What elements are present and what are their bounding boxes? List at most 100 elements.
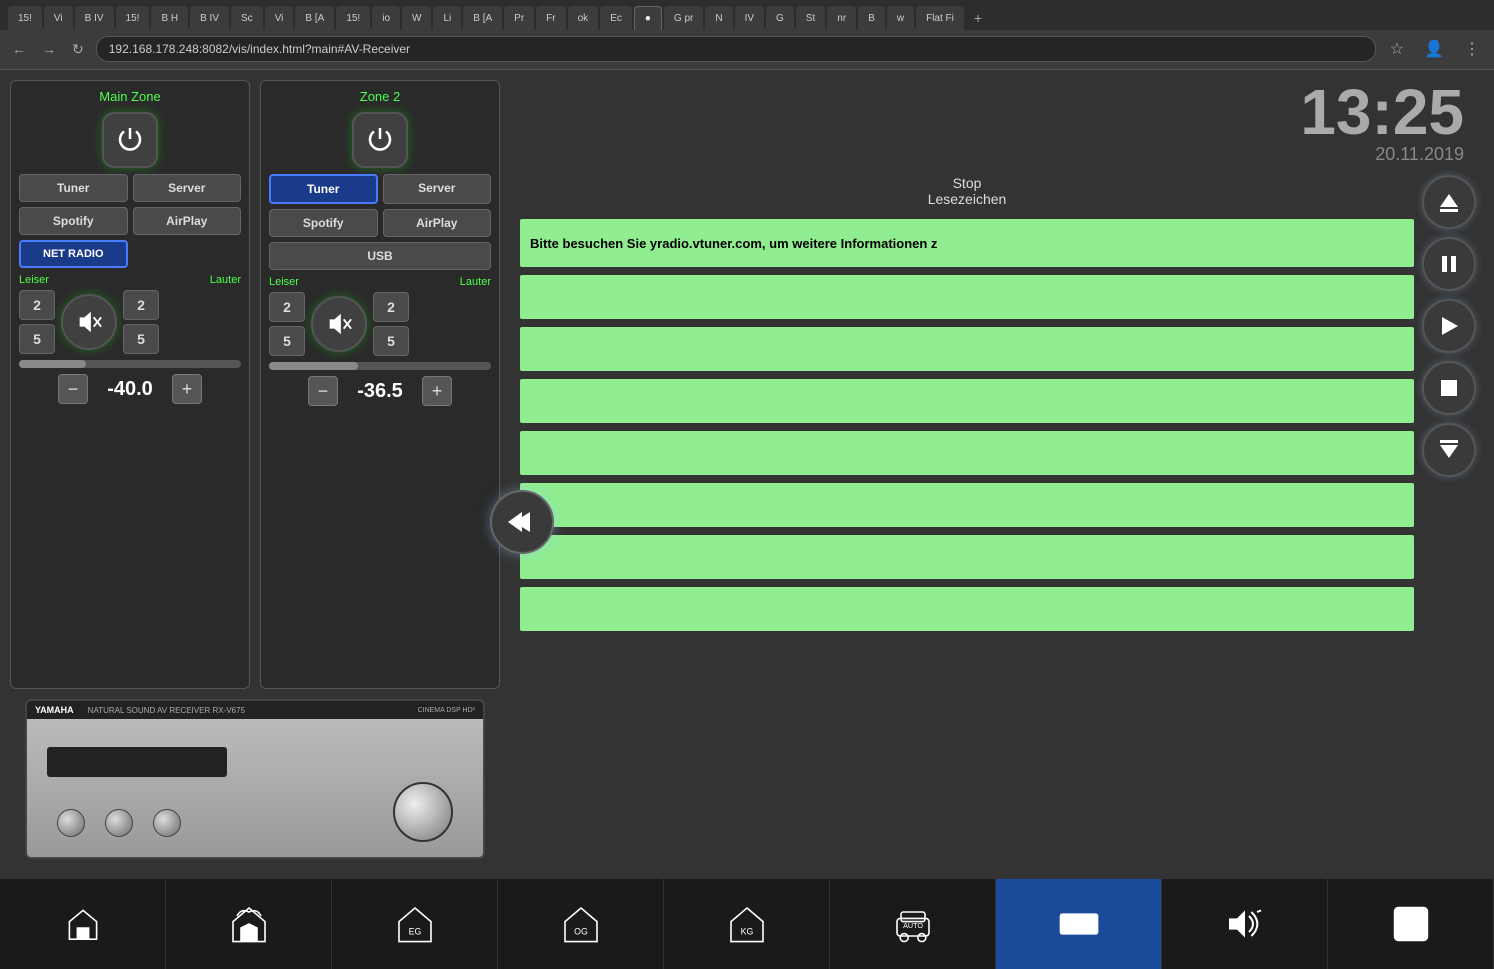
playlist-item-4[interactable]: [520, 431, 1414, 475]
zone2-lauter-label: Lauter: [460, 276, 491, 288]
playlist-item-3[interactable]: [520, 379, 1414, 423]
tab-4[interactable]: 15!: [116, 6, 150, 30]
tab-20[interactable]: N: [705, 6, 732, 30]
browser-chrome: 15! Vi B IV 15! B H B IV Sc Vi B [A 15! …: [0, 0, 1494, 70]
main-vol-slider[interactable]: [19, 360, 241, 368]
tab-18[interactable]: Ec: [600, 6, 632, 30]
tab-3[interactable]: B IV: [75, 6, 114, 30]
tab-19[interactable]: G pr: [664, 6, 703, 30]
zone2-spotify-button[interactable]: Spotify: [269, 209, 378, 237]
tab-12[interactable]: W: [402, 6, 431, 30]
receiver-model: NATURAL SOUND AV RECEIVER RX-V675: [88, 706, 245, 715]
nav-volume[interactable]: [1162, 879, 1328, 969]
nav-home-eg[interactable]: EG: [332, 879, 498, 969]
zone2-vol-value: -36.5: [350, 380, 410, 403]
playlist-item-7[interactable]: [520, 587, 1414, 631]
tab-13[interactable]: Li: [433, 6, 461, 30]
bookmark-star[interactable]: ☆: [1384, 35, 1410, 63]
playlist-item-2[interactable]: [520, 327, 1414, 371]
refresh-button[interactable]: ↻: [68, 37, 88, 62]
main-vol-plus-button[interactable]: +: [172, 374, 202, 404]
main-vol-minus-5[interactable]: 5: [19, 324, 55, 354]
player-info-bar: Bitte besuchen Sie yradio.vtuner.com, um…: [520, 219, 1414, 267]
playlist-item-5[interactable]: [520, 483, 1414, 527]
tab-9[interactable]: B [A: [295, 6, 334, 30]
main-zone-title: Main Zone: [99, 89, 160, 104]
tab-active[interactable]: ●: [634, 6, 662, 30]
zone2-usb-button[interactable]: USB: [269, 242, 491, 270]
main-vol-plus-5[interactable]: 5: [123, 324, 159, 354]
tab-23[interactable]: St: [796, 6, 825, 30]
forward-button[interactable]: →: [38, 37, 60, 61]
new-tab-button[interactable]: +: [966, 6, 990, 30]
zone2-tuner-button[interactable]: Tuner: [269, 174, 378, 204]
zone2-vol-minus-2[interactable]: 2: [269, 292, 305, 322]
tab-17[interactable]: ok: [568, 6, 599, 30]
main-vol-plus-2[interactable]: 2: [123, 290, 159, 320]
zone2-server-button[interactable]: Server: [383, 174, 492, 204]
main-zone-panel: Main Zone Tuner Server Spotify AirPlay N…: [10, 80, 250, 689]
playlist-item-6[interactable]: [520, 535, 1414, 579]
tab-21[interactable]: IV: [735, 6, 764, 30]
down-button[interactable]: [1422, 423, 1476, 477]
zone2-volume-section: Leiser Lauter 2 5: [269, 276, 491, 406]
zone2-vol-plus-button[interactable]: +: [422, 376, 452, 406]
zone2-power-button[interactable]: [352, 112, 408, 168]
pause-button[interactable]: [1422, 237, 1476, 291]
tab-25[interactable]: B: [858, 6, 885, 30]
tab-10[interactable]: 15!: [336, 6, 370, 30]
nav-home-og[interactable]: OG: [498, 879, 664, 969]
stop-button[interactable]: [1422, 361, 1476, 415]
tab-24[interactable]: nr: [827, 6, 856, 30]
tab-15[interactable]: Pr: [504, 6, 534, 30]
tab-26[interactable]: w: [887, 6, 914, 30]
zone2-vol-controls: − -36.5 +: [269, 376, 491, 406]
tab-16[interactable]: Fr: [536, 6, 565, 30]
eject-button[interactable]: [1422, 175, 1476, 229]
back-button[interactable]: ←: [8, 37, 30, 61]
playlist-item-1[interactable]: [520, 275, 1414, 319]
address-input[interactable]: 192.168.178.248:8082/vis/index.html?main…: [96, 36, 1376, 62]
player-area: Stop Lesezeichen Bitte besuchen Sie yrad…: [520, 175, 1484, 869]
main-zone-power-button[interactable]: [102, 112, 158, 168]
zone2-mute-button[interactable]: [311, 296, 367, 352]
main-netradio-button[interactable]: NET RADIO: [19, 240, 128, 268]
receiver-brand: YAMAHA: [35, 705, 74, 715]
zone2-vol-plus-2[interactable]: 2: [373, 292, 409, 322]
main-tuner-button[interactable]: Tuner: [19, 174, 128, 202]
nav-home-garden[interactable]: [166, 879, 332, 969]
main-server-button[interactable]: Server: [133, 174, 242, 202]
main-vol-minus-button[interactable]: −: [58, 374, 88, 404]
tab-22[interactable]: G: [766, 6, 794, 30]
play-button[interactable]: [1422, 299, 1476, 353]
tab-11[interactable]: io: [372, 6, 400, 30]
zone2-vol-slider[interactable]: [269, 362, 491, 370]
tab-27[interactable]: Flat Fi: [916, 6, 964, 30]
tab-5[interactable]: B H: [151, 6, 188, 30]
receiver-knob-1: [57, 809, 85, 837]
bottom-nav: EG OG KG AUTO: [0, 879, 1494, 969]
nav-auto[interactable]: AUTO: [830, 879, 996, 969]
tab-2[interactable]: Vi: [44, 6, 73, 30]
zone2-vol-plus-5[interactable]: 5: [373, 326, 409, 356]
tab-7[interactable]: Sc: [231, 6, 263, 30]
tab-6[interactable]: B IV: [190, 6, 229, 30]
nav-home-kg[interactable]: KG: [664, 879, 830, 969]
profile-icon[interactable]: 👤: [1418, 35, 1450, 63]
nav-av-receiver[interactable]: [996, 879, 1162, 969]
nav-check[interactable]: [1328, 879, 1494, 969]
zone2-sources: Tuner Server Spotify AirPlay USB: [269, 174, 491, 270]
menu-button[interactable]: ⋮: [1458, 35, 1486, 63]
zone2-vol-minus-button[interactable]: −: [308, 376, 338, 406]
main-airplay-button[interactable]: AirPlay: [133, 207, 242, 235]
back-large-button[interactable]: [490, 490, 554, 554]
nav-home-main[interactable]: [0, 879, 166, 969]
zone2-vol-minus-5[interactable]: 5: [269, 326, 305, 356]
zone2-airplay-button[interactable]: AirPlay: [383, 209, 492, 237]
tab-1[interactable]: 15!: [8, 6, 42, 30]
main-mute-button[interactable]: [61, 294, 117, 350]
tab-14[interactable]: B [A: [463, 6, 502, 30]
main-spotify-button[interactable]: Spotify: [19, 207, 128, 235]
tab-8[interactable]: Vi: [265, 6, 294, 30]
main-vol-minus-2[interactable]: 2: [19, 290, 55, 320]
